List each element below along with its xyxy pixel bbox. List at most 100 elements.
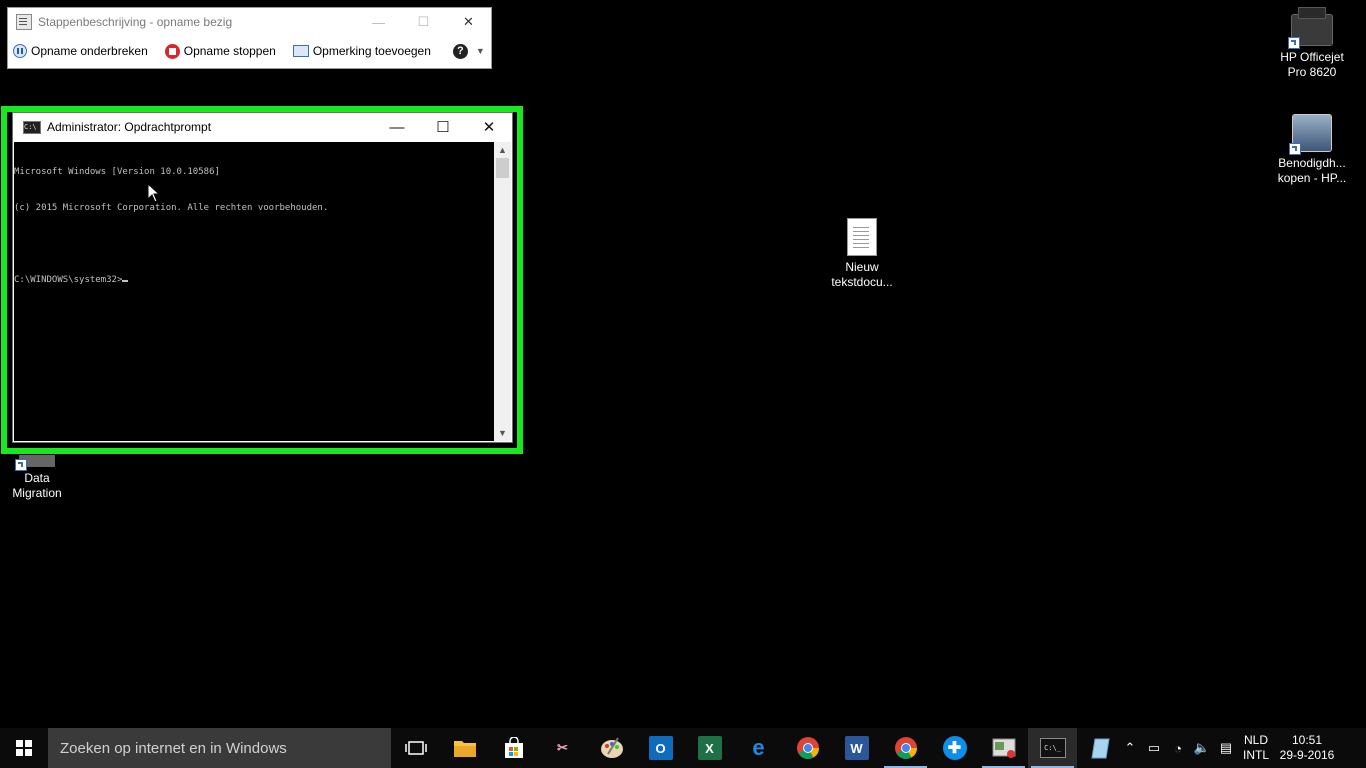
console-prompt-line: C:\WINDOWS\system32> [14, 274, 494, 286]
maximize-icon[interactable]: ☐ [401, 8, 446, 36]
scrollbar-thumb[interactable] [496, 158, 509, 178]
taskbar-file-explorer[interactable] [440, 728, 489, 768]
chevron-up-icon[interactable]: ⌃ [1118, 728, 1142, 768]
pause-recording-label: Opname onderbreken [31, 44, 148, 58]
clock[interactable]: 10:51 29-9-2016 [1274, 733, 1340, 763]
cmd-icon: C:\_ [1039, 738, 1066, 758]
desktop-icon-label: HP Officejet [1280, 50, 1344, 64]
start-button[interactable] [0, 728, 48, 768]
text-cursor [122, 280, 129, 282]
language-indicator[interactable]: NLD INTL [1238, 733, 1274, 763]
taskbar-paint[interactable] [587, 728, 636, 768]
search-box[interactable]: Zoeken op internet en in Windows [48, 728, 391, 768]
steps-recorder-icon [992, 738, 1015, 758]
scroll-down-icon[interactable]: ▼ [494, 425, 511, 441]
folder-icon [453, 741, 476, 757]
action-center-icon[interactable]: ▤ [1214, 728, 1238, 768]
minimize-icon[interactable]: — [356, 8, 401, 36]
shortcut-arrow-icon [1289, 143, 1301, 155]
task-view-button[interactable] [391, 728, 440, 768]
console-output[interactable]: Microsoft Windows [Version 10.0.10586] (… [14, 142, 494, 441]
desktop-icon-supplies[interactable]: Benodigdh... kopen - HP... [1272, 114, 1352, 186]
command-prompt-window: C:\ Administrator: Opdrachtprompt — ☐ ✕ … [12, 112, 513, 443]
power-icon[interactable]: ▭ [1142, 728, 1166, 768]
desktop-icon-new-text-document[interactable]: Nieuw tekstdocu... [822, 218, 902, 290]
steps-recorder-title: Stappenbeschrijving - opname bezig [38, 15, 233, 29]
desktop-icon-hp-officejet[interactable]: HP Officejet Pro 8620 [1272, 7, 1352, 80]
help-icon[interactable]: ? [452, 43, 468, 59]
stop-icon [164, 43, 180, 59]
desktop-icon-label: Nieuw [845, 260, 879, 274]
notepad-icon [1090, 738, 1110, 759]
taskbar-chrome[interactable] [783, 728, 832, 768]
desktop-icon-label: Migration [12, 486, 62, 500]
cmd-icon: C:\ [23, 120, 41, 134]
taskbar-store[interactable] [489, 728, 538, 768]
mouse-pointer-icon [147, 183, 161, 203]
show-desktop-button[interactable] [1340, 728, 1366, 768]
taskbar-teamviewer[interactable]: ✚ [930, 728, 979, 768]
taskbar-edge[interactable]: e [734, 728, 783, 768]
pause-recording-button[interactable]: Opname onderbreken [13, 44, 148, 58]
stop-recording-label: Opname stoppen [183, 44, 276, 58]
steps-recorder-icon [16, 14, 32, 30]
steps-recorder-window: Stappenbeschrijving - opname bezig — ☐ ✕… [7, 7, 492, 69]
console-prompt: C:\WINDOWS\system32> [14, 275, 123, 285]
excel-icon: X [697, 736, 722, 760]
keyboard-layout: INTL [1242, 748, 1269, 762]
printer-supplies-icon [1289, 114, 1332, 155]
text-document-icon [847, 218, 877, 256]
taskbar-excel[interactable]: X [685, 728, 734, 768]
console-line: Microsoft Windows [Version 10.0.10586] [14, 167, 220, 177]
taskbar-snipping-tool[interactable]: ✂ [538, 728, 587, 768]
language-code: NLD [1243, 733, 1268, 747]
taskbar-outlook[interactable]: O [636, 728, 685, 768]
scissors-icon: ✂ [557, 740, 568, 755]
paint-palette-icon [600, 737, 623, 758]
shortcut-arrow-icon [1288, 37, 1300, 49]
pause-icon [13, 44, 27, 58]
taskbar-word[interactable]: W [832, 728, 881, 768]
taskbar: Zoeken op internet en in Windows ✂ O X e… [0, 728, 1366, 768]
system-tray: ⌃ ▭ ◔ 🔈 ▤ NLD INTL 10:51 29-9-2016 [1118, 728, 1366, 768]
taskbar-command-prompt[interactable]: C:\_ [1028, 728, 1077, 768]
minimize-icon[interactable]: — [374, 113, 420, 141]
desktop-icon-label: Pro 8620 [1287, 65, 1337, 79]
taskbar-chrome-2[interactable] [881, 728, 930, 768]
maximize-icon[interactable]: ☐ [420, 113, 466, 141]
edge-icon: e [752, 735, 765, 760]
desktop-icon-data-migration[interactable]: Data Migration [0, 455, 77, 501]
teamviewer-icon: ✚ [942, 736, 967, 760]
taskbar-steps-recorder[interactable] [979, 728, 1028, 768]
chrome-icon [796, 737, 819, 759]
desktop-icon-label: Data [24, 471, 50, 485]
stop-recording-button[interactable]: Opname stoppen [164, 43, 276, 59]
command-prompt-title: Administrator: Opdrachtprompt [47, 120, 212, 134]
store-bag-icon [504, 737, 523, 758]
vertical-scrollbar[interactable]: ▲ ▼ [494, 142, 511, 441]
shortcut-arrow-icon [15, 459, 27, 471]
outlook-icon: O [648, 736, 673, 760]
steps-recorder-toolbar: Opname onderbreken Opname stoppen Opmerk… [8, 36, 491, 66]
add-comment-button[interactable]: Opmerking toevoegen [292, 44, 431, 58]
volume-icon[interactable]: 🔈 [1190, 728, 1214, 768]
clock-date: 29-9-2016 [1279, 748, 1335, 762]
command-prompt-titlebar[interactable]: C:\ Administrator: Opdrachtprompt — ☐ ✕ [13, 113, 512, 141]
printer-icon [1288, 7, 1333, 49]
close-icon[interactable]: ✕ [446, 8, 491, 36]
console-line: (c) 2015 Microsoft Corporation. Alle rec… [14, 203, 329, 213]
windows-logo-icon [16, 740, 32, 756]
data-migration-icon [15, 455, 55, 471]
close-icon[interactable]: ✕ [466, 113, 512, 141]
desktop-icon-label: Benodigdh... [1278, 156, 1346, 170]
desktop-icon-label: kopen - HP... [1277, 171, 1347, 185]
word-icon: W [844, 736, 869, 760]
chevron-down-icon[interactable]: ▼ [476, 46, 485, 56]
add-comment-label: Opmerking toevoegen [312, 44, 431, 58]
scroll-up-icon[interactable]: ▲ [494, 142, 511, 158]
steps-recorder-titlebar[interactable]: Stappenbeschrijving - opname bezig — ☐ ✕ [8, 8, 491, 36]
clock-time: 10:51 [1291, 733, 1323, 747]
network-icon[interactable]: ◔ [1166, 728, 1190, 768]
task-view-icon [404, 741, 427, 755]
